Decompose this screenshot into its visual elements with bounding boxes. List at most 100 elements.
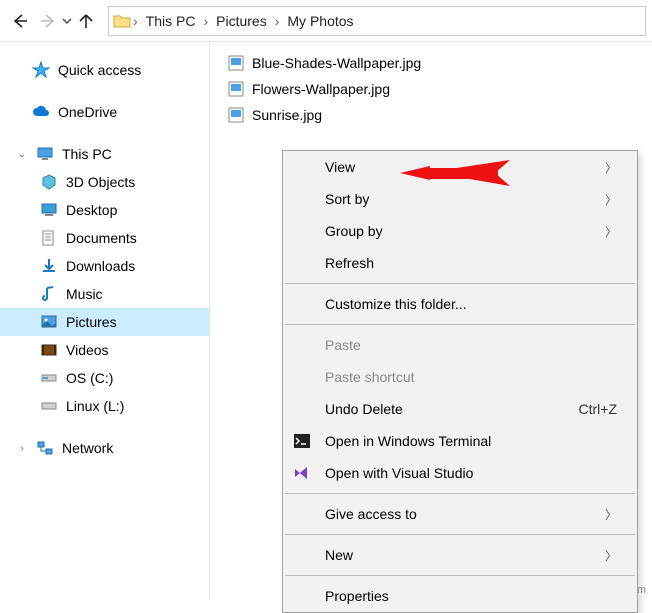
ctx-label: New — [325, 547, 353, 563]
annotation-arrow-icon — [400, 150, 510, 200]
ctx-item-open-vs[interactable]: Open with Visual Studio — [283, 457, 637, 489]
folder-icon — [113, 12, 131, 30]
up-button[interactable] — [72, 7, 100, 35]
separator — [285, 493, 635, 494]
separator — [285, 575, 635, 576]
file-name: Sunrise.jpg — [252, 107, 322, 123]
ctx-label: Customize this folder... — [325, 296, 467, 312]
ctx-item-group-by[interactable]: Group by 〉 — [283, 215, 637, 247]
back-button[interactable] — [6, 7, 34, 35]
sidebar-item-desktop[interactable]: Desktop — [0, 196, 209, 224]
desktop-icon — [40, 201, 58, 219]
sidebar-item-label: 3D Objects — [66, 174, 135, 190]
breadcrumb-this-pc[interactable]: This PC — [140, 11, 202, 31]
music-icon — [40, 285, 58, 303]
back-arrow-icon — [10, 11, 30, 31]
sidebar-item-documents[interactable]: Documents — [0, 224, 209, 252]
breadcrumb-pictures[interactable]: Pictures — [210, 11, 273, 31]
chevron-right-icon: 〉 — [605, 191, 617, 208]
ctx-label: Open with Visual Studio — [325, 465, 473, 481]
sidebar-item-network[interactable]: › Network — [0, 434, 209, 462]
objects3d-icon — [40, 173, 58, 191]
ctx-label: Properties — [325, 588, 389, 604]
ctx-item-customize[interactable]: Customize this folder... — [283, 288, 637, 320]
documents-icon — [40, 229, 58, 247]
sidebar-item-label: OneDrive — [58, 104, 117, 120]
terminal-icon — [293, 432, 311, 450]
star-icon — [32, 61, 50, 79]
expand-caret-icon[interactable]: › — [16, 443, 28, 454]
ctx-label: View — [325, 159, 355, 175]
sidebar-item-label: This PC — [62, 146, 112, 162]
file-item[interactable]: Sunrise.jpg — [224, 102, 638, 128]
forward-button[interactable] — [34, 7, 62, 35]
up-arrow-icon — [76, 11, 96, 31]
sidebar-item-label: OS (C:) — [66, 370, 113, 386]
file-name: Flowers-Wallpaper.jpg — [252, 81, 390, 97]
ctx-item-undo-delete[interactable]: Undo Delete Ctrl+Z — [283, 393, 637, 425]
drive-icon — [40, 397, 58, 415]
chevron-right-icon: › — [133, 13, 138, 29]
sidebar-item-this-pc[interactable]: ⌄ This PC — [0, 140, 209, 168]
sidebar-item-label: Pictures — [66, 314, 117, 330]
cloud-icon — [32, 103, 50, 121]
ctx-label: Refresh — [325, 255, 374, 271]
sidebar-item-videos[interactable]: Videos — [0, 336, 209, 364]
forward-arrow-icon — [38, 11, 58, 31]
computer-icon — [36, 145, 54, 163]
ctx-item-refresh[interactable]: Refresh — [283, 247, 637, 279]
ctx-item-give-access[interactable]: Give access to 〉 — [283, 498, 637, 530]
separator — [285, 283, 635, 284]
sidebar-item-label: Desktop — [66, 202, 117, 218]
drive-icon — [40, 369, 58, 387]
pictures-icon — [40, 313, 58, 331]
sidebar-item-os-c[interactable]: OS (C:) — [0, 364, 209, 392]
file-item[interactable]: Blue-Shades-Wallpaper.jpg — [224, 50, 638, 76]
ctx-label: Paste shortcut — [325, 369, 415, 385]
ctx-item-new[interactable]: New 〉 — [283, 539, 637, 571]
address-bar[interactable]: › This PC › Pictures › My Photos — [108, 6, 646, 36]
ctx-label: Undo Delete — [325, 401, 403, 417]
ctx-shortcut: Ctrl+Z — [579, 401, 618, 417]
file-name: Blue-Shades-Wallpaper.jpg — [252, 55, 421, 71]
sidebar-item-3d-objects[interactable]: 3D Objects — [0, 168, 209, 196]
sidebar-item-music[interactable]: Music — [0, 280, 209, 308]
ctx-item-properties[interactable]: Properties — [283, 580, 637, 612]
ctx-label: Group by — [325, 223, 383, 239]
videos-icon — [40, 341, 58, 359]
ctx-item-paste-shortcut: Paste shortcut — [283, 361, 637, 393]
separator — [285, 534, 635, 535]
recent-locations-button[interactable] — [62, 7, 72, 35]
sidebar-item-linux-l[interactable]: Linux (L:) — [0, 392, 209, 420]
sidebar-item-quick-access[interactable]: Quick access — [0, 56, 209, 84]
ctx-label: Open in Windows Terminal — [325, 433, 491, 449]
sidebar-item-label: Quick access — [58, 62, 141, 78]
sidebar-item-label: Documents — [66, 230, 137, 246]
chevron-down-icon — [62, 16, 72, 26]
chevron-right-icon: 〉 — [605, 223, 617, 240]
file-item[interactable]: Flowers-Wallpaper.jpg — [224, 76, 638, 102]
sidebar-item-label: Music — [66, 286, 103, 302]
separator — [285, 324, 635, 325]
ctx-item-paste: Paste — [283, 329, 637, 361]
toolbar: › This PC › Pictures › My Photos — [0, 0, 652, 42]
ctx-label: Give access to — [325, 506, 417, 522]
sidebar-item-label: Downloads — [66, 258, 135, 274]
downloads-icon — [40, 257, 58, 275]
image-file-icon — [228, 107, 244, 123]
chevron-right-icon: 〉 — [605, 159, 617, 176]
sidebar-item-downloads[interactable]: Downloads — [0, 252, 209, 280]
expand-caret-icon[interactable]: ⌄ — [16, 149, 28, 160]
context-menu: View 〉 Sort by 〉 Group by 〉 Refresh Cust… — [282, 150, 638, 613]
sidebar-item-onedrive[interactable]: OneDrive — [0, 98, 209, 126]
image-file-icon — [228, 81, 244, 97]
ctx-label: Paste — [325, 337, 361, 353]
ctx-item-open-terminal[interactable]: Open in Windows Terminal — [283, 425, 637, 457]
sidebar-item-pictures[interactable]: Pictures — [0, 308, 209, 336]
chevron-right-icon: 〉 — [605, 547, 617, 564]
chevron-right-icon: 〉 — [605, 506, 617, 523]
network-icon — [36, 439, 54, 457]
breadcrumb-my-photos[interactable]: My Photos — [281, 11, 359, 31]
visual-studio-icon — [293, 464, 311, 482]
ctx-label: Sort by — [325, 191, 369, 207]
